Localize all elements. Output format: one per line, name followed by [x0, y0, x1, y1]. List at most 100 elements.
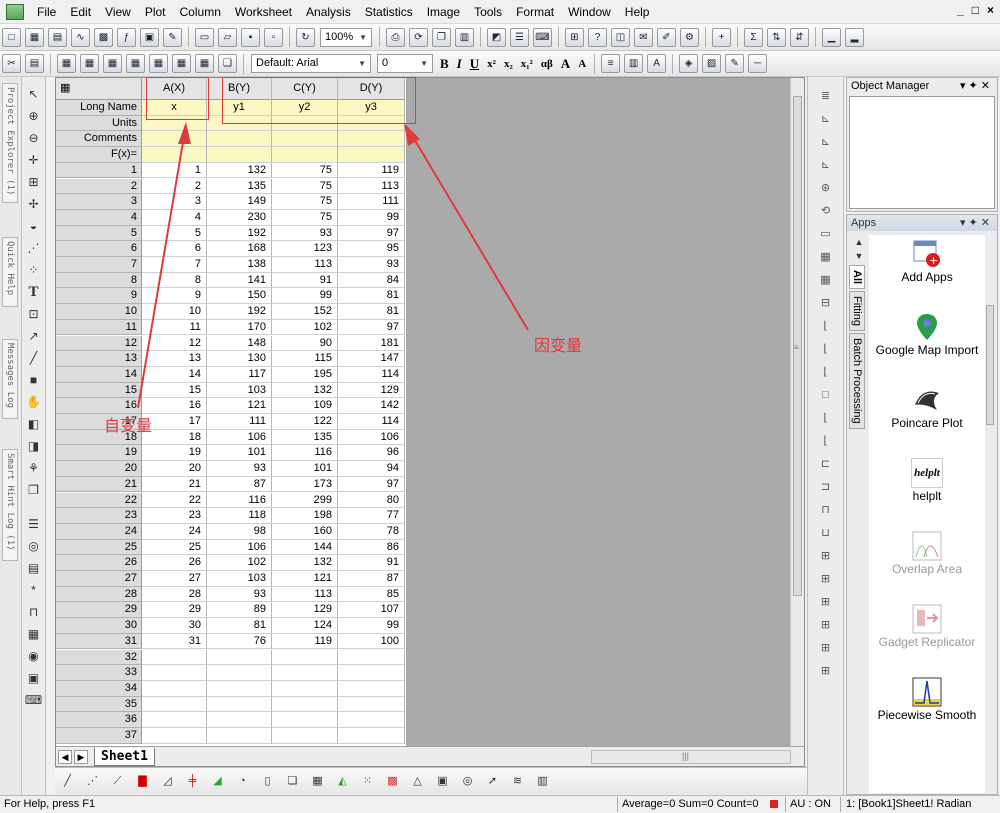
menu-view[interactable]: View — [98, 0, 138, 24]
app-gadget-replicator[interactable]: Gadget Replicator — [869, 600, 985, 673]
data-cell-b[interactable]: 117 — [207, 366, 272, 383]
data-cell-d[interactable]: 181 — [338, 335, 405, 352]
data-cell-b[interactable]: 101 — [207, 445, 272, 462]
row-number[interactable]: 14 — [56, 366, 142, 383]
template-icon[interactable]: ❏ — [284, 773, 301, 790]
sort-icon[interactable]: ⇅ — [767, 27, 786, 47]
align-icon[interactable]: ≡ — [601, 54, 621, 73]
data-cell-d[interactable]: 97 — [338, 476, 405, 493]
pointer-icon[interactable]: ↖ — [25, 85, 43, 103]
data-cell-a[interactable]: 15 — [142, 382, 207, 399]
scroll-thumb[interactable] — [986, 305, 994, 425]
data-cell-b[interactable]: 230 — [207, 209, 272, 226]
data-cell-c[interactable]: 113 — [272, 257, 338, 273]
data-cell-b[interactable]: 118 — [207, 508, 272, 524]
3d-scatter-icon[interactable]: ⁙ — [359, 773, 376, 790]
data-cell-b[interactable]: 148 — [207, 335, 272, 352]
distribute-icon[interactable]: ⊞ — [817, 616, 835, 634]
sort-desc-icon[interactable]: ⇵ — [790, 27, 809, 47]
row-number[interactable]: 27 — [56, 571, 142, 587]
align-top-icon[interactable]: ⊓ — [817, 501, 835, 519]
data-cell-d[interactable]: 96 — [338, 445, 405, 462]
app-overlap-area[interactable]: Overlap Area — [869, 527, 985, 600]
delete-column-icon[interactable]: ▦ — [103, 54, 122, 73]
data-cell-d[interactable]: 142 — [338, 398, 405, 414]
data-cell-b[interactable]: 192 — [207, 304, 272, 320]
align-bottom-icon[interactable]: ⊔ — [817, 524, 835, 542]
project-explorer-icon[interactable]: ⊞ — [565, 27, 584, 47]
row-number[interactable]: 25 — [56, 539, 142, 556]
data-cell-a[interactable]: 9 — [142, 288, 207, 305]
menu-window[interactable]: Window — [561, 0, 618, 24]
data-cell-c[interactable]: 93 — [272, 225, 338, 242]
data-cell-b[interactable]: 76 — [207, 633, 272, 650]
data-cell-d[interactable]: 85 — [338, 586, 405, 603]
row-number[interactable]: 8 — [56, 272, 142, 289]
data-cell-c[interactable]: 99 — [272, 288, 338, 305]
contour-icon[interactable]: ▩ — [384, 773, 401, 790]
film-icon[interactable]: ▥ — [455, 27, 474, 47]
add-column-icon-2[interactable]: ▦ — [57, 54, 76, 73]
arrange-icon[interactable]: ▦ — [817, 248, 835, 266]
row-number[interactable]: 23 — [56, 508, 142, 524]
pie-chart-icon[interactable]: ◔ — [234, 773, 251, 790]
data-cell-d[interactable]: 77 — [338, 508, 405, 524]
tab-messages-log[interactable]: Messages Log — [2, 339, 18, 419]
underline-button[interactable]: U — [470, 56, 479, 72]
distribute-icon[interactable]: ⊞ — [817, 570, 835, 588]
empty-cell-b[interactable] — [207, 712, 272, 728]
zoom-in-icon[interactable]: ⊕ — [25, 107, 43, 125]
row-number[interactable]: 20 — [56, 461, 142, 477]
data-cell-d[interactable]: 84 — [338, 272, 405, 289]
code-builder-icon[interactable]: ◩ — [487, 27, 506, 47]
font-color-icon[interactable]: A — [647, 54, 667, 73]
axis-icon[interactable]: ⊾ — [817, 110, 835, 128]
data-cell-d[interactable]: 78 — [338, 523, 405, 540]
data-cell-d[interactable]: 95 — [338, 241, 405, 257]
keyboard-icon[interactable]: ⌨ — [25, 691, 43, 709]
data-cell-c[interactable]: 129 — [272, 602, 338, 619]
data-cell-d[interactable]: 80 — [338, 492, 405, 509]
frame-icon[interactable]: ⌊ — [817, 432, 835, 450]
data-cell-d[interactable]: 113 — [338, 178, 405, 195]
formula-cell-a[interactable] — [142, 147, 207, 163]
data-cell-a[interactable]: 5 — [142, 225, 207, 242]
menu-format[interactable]: Format — [509, 0, 561, 24]
close-button[interactable]: × — [987, 3, 994, 17]
data-cell-a[interactable]: 26 — [142, 555, 207, 571]
status-autoupdate[interactable]: AU : ON — [790, 796, 831, 813]
data-cell-b[interactable]: 116 — [207, 492, 272, 509]
open-template-icon[interactable]: ▱ — [218, 27, 237, 47]
apps-tab-all[interactable]: All — [849, 265, 865, 290]
data-cell-b[interactable]: 102 — [207, 555, 272, 571]
font-select[interactable]: Default: Arial ▼ — [251, 54, 371, 73]
minimize-button[interactable]: _ — [957, 3, 964, 17]
row-number[interactable]: 22 — [56, 492, 142, 509]
command-window-icon[interactable]: ⌨ — [533, 27, 552, 47]
data-cell-a[interactable]: 2 — [142, 178, 207, 195]
frame-icon[interactable]: □ — [817, 386, 835, 404]
image-plot-icon[interactable]: ▣ — [434, 773, 451, 790]
row-number[interactable]: 29 — [56, 602, 142, 619]
supersub-button[interactable]: x₁² — [521, 58, 533, 70]
data-cell-b[interactable]: 149 — [207, 194, 272, 210]
data-cell-b[interactable]: 111 — [207, 414, 272, 430]
empty-cell-b[interactable] — [207, 649, 272, 666]
data-cell-a[interactable]: 27 — [142, 571, 207, 587]
frame-icon[interactable]: ⌊ — [817, 317, 835, 335]
empty-cell-a[interactable] — [142, 665, 207, 681]
data-cell-b[interactable]: 121 — [207, 398, 272, 414]
new-notes-icon[interactable]: ✎ — [163, 27, 182, 47]
row-number[interactable]: 10 — [56, 304, 142, 320]
menu-tools[interactable]: Tools — [467, 0, 509, 24]
frame-icon[interactable]: ⌊ — [817, 409, 835, 427]
data-cell-d[interactable]: 94 — [338, 461, 405, 477]
superscript-button[interactable]: x² — [487, 58, 496, 70]
open-icon[interactable]: ▭ — [195, 27, 214, 47]
quick-help-icon[interactable]: ? — [588, 27, 607, 47]
tab-next-icon[interactable]: ▶ — [74, 749, 88, 764]
bracket-icon[interactable]: ⊓ — [25, 603, 43, 621]
data-cell-c[interactable]: 101 — [272, 461, 338, 477]
sheet-tab-sheet1[interactable]: Sheet1 — [94, 747, 155, 766]
comments-cell-a[interactable] — [142, 131, 207, 148]
